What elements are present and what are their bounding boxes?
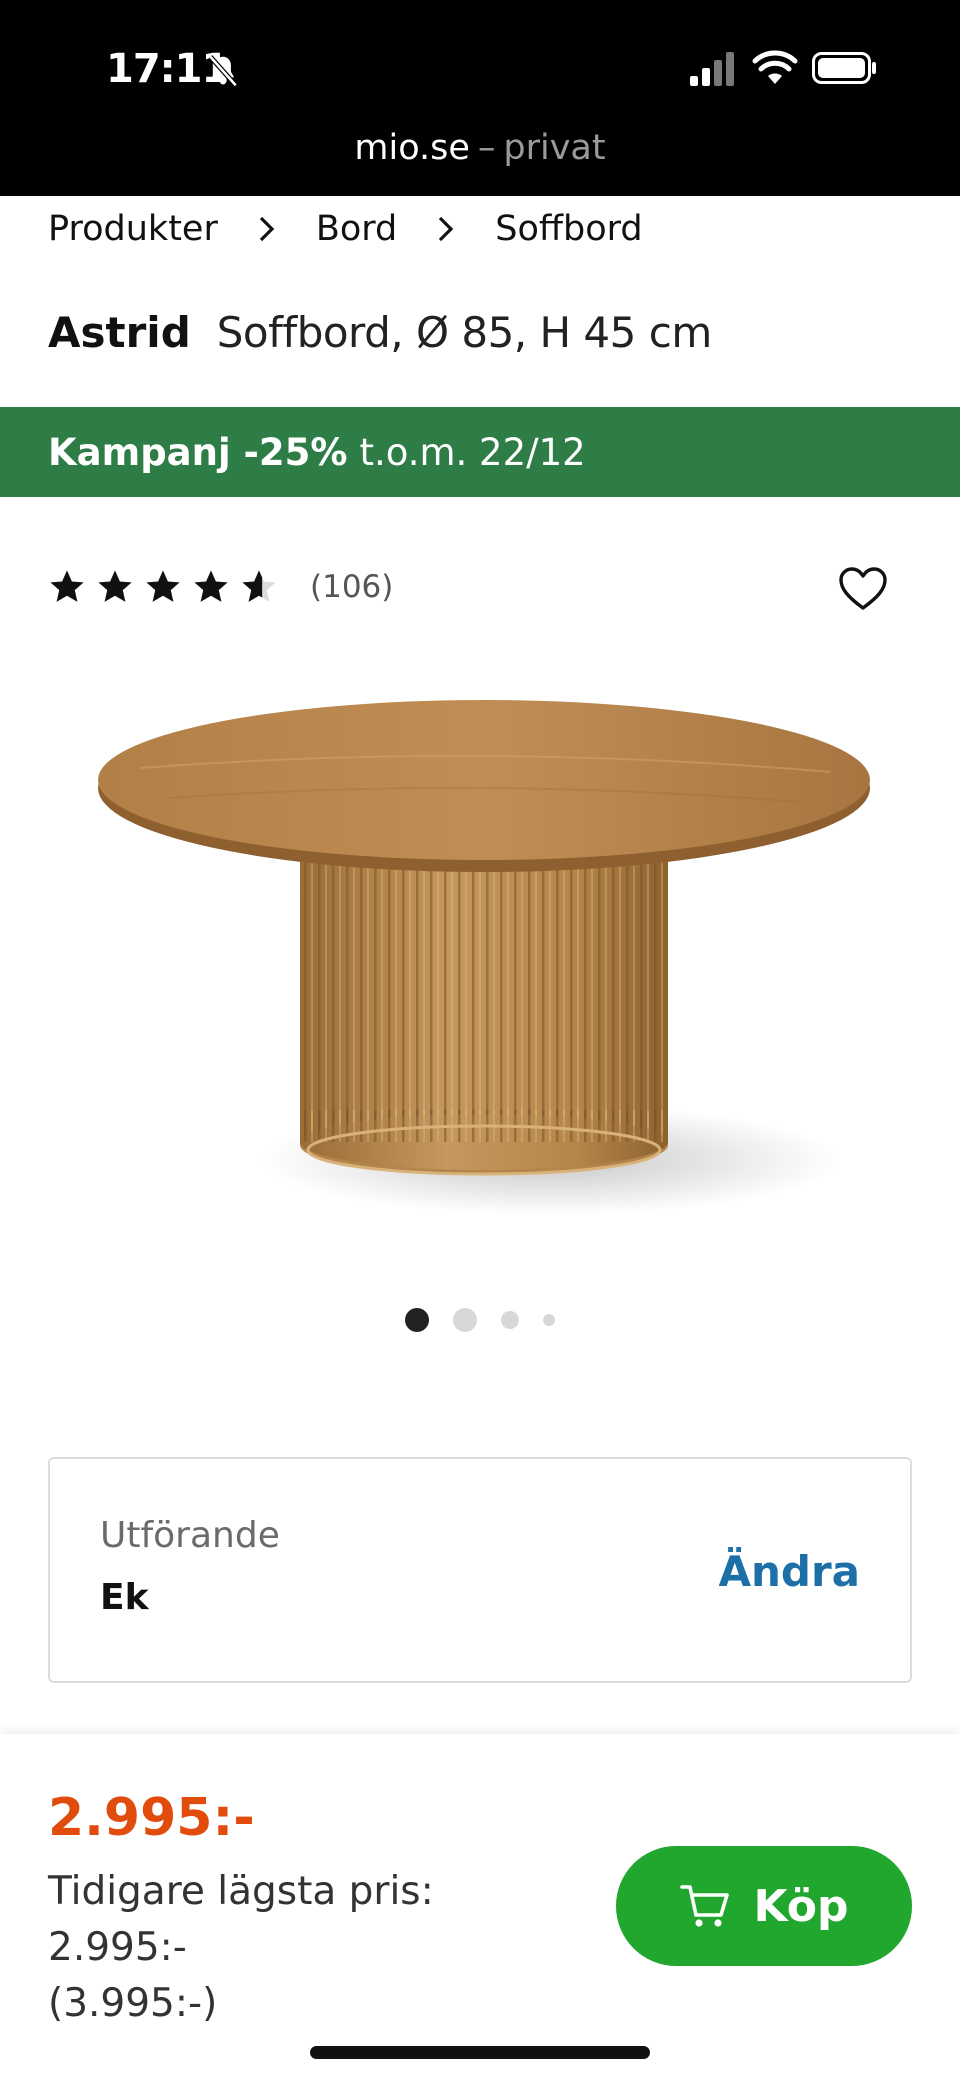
carousel-dot-1[interactable]	[405, 1308, 429, 1332]
product-image[interactable]	[80, 680, 890, 1230]
address-bar[interactable]: mio.se – privat	[0, 128, 960, 168]
home-indicator[interactable]	[310, 2046, 650, 2059]
buy-button[interactable]: Köp	[616, 1846, 912, 1966]
wifi-icon	[752, 50, 798, 84]
carousel-dot-2[interactable]	[453, 1308, 477, 1332]
product-subtitle: Soffbord, Ø 85, H 45 cm	[216, 308, 712, 357]
change-variant-button[interactable]: Ändra	[718, 1547, 860, 1596]
previous-lowest-price: 2.995:-	[48, 1925, 187, 1970]
cellular-signal-icon	[690, 52, 734, 86]
variant-label: Utförande	[100, 1515, 280, 1556]
buy-button-label: Köp	[753, 1880, 849, 1932]
breadcrumb-item-bord[interactable]: Bord	[316, 209, 397, 249]
star-icon	[146, 570, 180, 602]
cart-icon	[680, 1885, 730, 1927]
url-domain: mio.se	[354, 128, 470, 168]
chevron-right-icon	[439, 216, 454, 242]
purchase-bar: 2.995:- Tidigare lägsta pris: 2.995:- (3…	[0, 1734, 960, 2079]
carousel-dot-3[interactable]	[501, 1311, 519, 1329]
current-price: 2.995:-	[48, 1788, 255, 1848]
carousel-dots	[0, 1308, 960, 1332]
campaign-period: t.o.m. 22/12	[359, 430, 586, 474]
original-price: (3.995:-)	[48, 1981, 218, 2026]
url-separator: –	[477, 128, 496, 168]
variant-value: Ek	[100, 1577, 149, 1618]
star-icon	[50, 570, 84, 602]
star-half-icon	[242, 570, 276, 602]
previous-price-label: Tidigare lägsta pris:	[48, 1869, 434, 1914]
breadcrumb-item-soffbord[interactable]: Soffbord	[495, 209, 642, 249]
chevron-right-icon	[259, 216, 275, 242]
review-count[interactable]: (106)	[310, 569, 393, 605]
breadcrumb: Produkter Bord Soffbord	[48, 204, 643, 254]
battery-icon	[812, 52, 876, 84]
campaign-banner: Kampanj -25% t.o.m. 22/12	[0, 407, 960, 497]
star-icon	[98, 570, 132, 602]
rating-row[interactable]: (106)	[48, 568, 393, 606]
url-private-mode: privat	[503, 128, 606, 168]
campaign-discount: Kampanj -25%	[48, 430, 348, 474]
variant-selector[interactable]: Utförande Ek Ändra	[48, 1457, 912, 1683]
heart-icon[interactable]	[838, 566, 888, 612]
previous-price-info: Tidigare lägsta pris: 2.995:- (3.995:-)	[48, 1864, 468, 2032]
star-icon	[194, 570, 228, 602]
status-bar: 17:11 mio.se – privat	[0, 0, 960, 196]
star-rating	[48, 568, 288, 606]
product-title: Astrid Soffbord, Ø 85, H 45 cm	[48, 308, 712, 357]
bell-muted-icon	[208, 55, 238, 87]
product-brand: Astrid	[48, 308, 191, 357]
carousel-dot-4[interactable]	[543, 1314, 555, 1326]
breadcrumb-item-produkter[interactable]: Produkter	[48, 209, 218, 249]
